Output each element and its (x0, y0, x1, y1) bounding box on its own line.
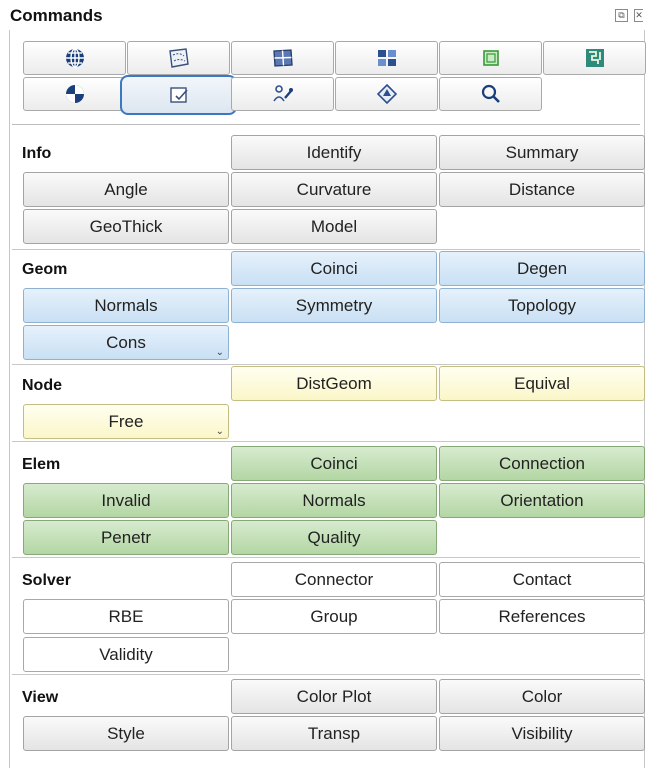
checkmark-box-icon (169, 87, 188, 103)
node-free-button[interactable]: Free ⌄ (23, 404, 229, 439)
people-tool-icon (272, 85, 293, 102)
solver-connector-button[interactable]: Connector (231, 562, 437, 597)
elem-quality-button[interactable]: Quality (231, 520, 437, 555)
node-free-label: Free (108, 411, 144, 431)
node-equival-button[interactable]: Equival (439, 366, 645, 401)
tool-button-teal-maze[interactable] (543, 41, 646, 75)
diamond-arrow-icon (376, 83, 397, 105)
section-divider (12, 557, 640, 558)
tool-button-globe[interactable] (23, 41, 126, 75)
info-angle-button[interactable]: Angle (23, 172, 229, 207)
info-identify-button[interactable]: Identify (231, 135, 437, 170)
view-transp-button[interactable]: Transp (231, 716, 437, 751)
teal-maze-icon (585, 49, 604, 67)
info-geothick-button[interactable]: GeoThick (23, 209, 229, 244)
surface-patch-icon (168, 48, 189, 68)
section-label-node: Node (22, 377, 62, 394)
geom-degen-button[interactable]: Degen (439, 251, 645, 286)
node-distgeom-button[interactable]: DistGeom (231, 366, 437, 401)
section-label-geom: Geom (22, 261, 68, 278)
tool-button-people[interactable] (231, 77, 334, 111)
info-model-button[interactable]: Model (231, 209, 437, 244)
section-divider (12, 674, 640, 675)
section-divider (12, 441, 640, 442)
tool-button-half-sphere[interactable] (23, 77, 126, 111)
geom-normals-button[interactable]: Normals (23, 288, 229, 323)
tool-button-check[interactable] (120, 75, 237, 115)
elem-invalid-button[interactable]: Invalid (23, 483, 229, 518)
chevron-down-icon[interactable]: ⌄ (216, 427, 224, 437)
tool-button-search[interactable] (439, 77, 542, 111)
view-visibility-button[interactable]: Visibility (439, 716, 645, 751)
close-icon[interactable]: ✕ (634, 9, 643, 22)
half-sphere-icon (65, 85, 84, 103)
mesh-face-icon (272, 49, 293, 67)
panel-titlebar: Commands ⧉ ✕ (0, 0, 651, 30)
info-summary-button[interactable]: Summary (439, 135, 645, 170)
tool-button-surface[interactable] (127, 41, 230, 75)
restore-icon[interactable]: ⧉ (615, 9, 628, 22)
view-style-button[interactable]: Style (23, 716, 229, 751)
elem-connection-button[interactable]: Connection (439, 446, 645, 481)
blue-grid-icon (377, 50, 396, 66)
solver-validity-button[interactable]: Validity (23, 637, 229, 672)
view-colorplot-button[interactable]: Color Plot (231, 679, 437, 714)
magnifier-icon (481, 84, 500, 103)
elem-coinci-button[interactable]: Coinci (231, 446, 437, 481)
info-distance-button[interactable]: Distance (439, 172, 645, 207)
view-color-button[interactable]: Color (439, 679, 645, 714)
tool-button-green-cube[interactable] (439, 41, 542, 75)
elem-normals-button[interactable]: Normals (231, 483, 437, 518)
solver-contact-button[interactable]: Contact (439, 562, 645, 597)
tool-button-blue-grid[interactable] (335, 41, 438, 75)
section-label-info: Info (22, 145, 52, 162)
geom-cons-label: Cons (106, 332, 146, 352)
info-curvature-button[interactable]: Curvature (231, 172, 437, 207)
green-cube-icon (482, 50, 499, 66)
section-divider (12, 364, 640, 365)
globe-icon (65, 48, 84, 68)
section-label-solver: Solver (22, 572, 71, 589)
tool-button-diamond[interactable] (335, 77, 438, 111)
section-divider (12, 249, 640, 250)
solver-rbe-button[interactable]: RBE (23, 599, 229, 634)
geom-topology-button[interactable]: Topology (439, 288, 645, 323)
tool-button-mesh[interactable] (231, 41, 334, 75)
section-label-view: View (22, 689, 59, 706)
panel-title: Commands (10, 6, 103, 25)
chevron-down-icon[interactable]: ⌄ (216, 348, 224, 358)
elem-orientation-button[interactable]: Orientation (439, 483, 645, 518)
elem-penetr-button[interactable]: Penetr (23, 520, 229, 555)
geom-cons-button[interactable]: Cons ⌄ (23, 325, 229, 360)
geom-symmetry-button[interactable]: Symmetry (231, 288, 437, 323)
geom-coinci-button[interactable]: Coinci (231, 251, 437, 286)
solver-references-button[interactable]: References (439, 599, 645, 634)
section-label-elem: Elem (22, 456, 61, 473)
solver-group-button[interactable]: Group (231, 599, 437, 634)
